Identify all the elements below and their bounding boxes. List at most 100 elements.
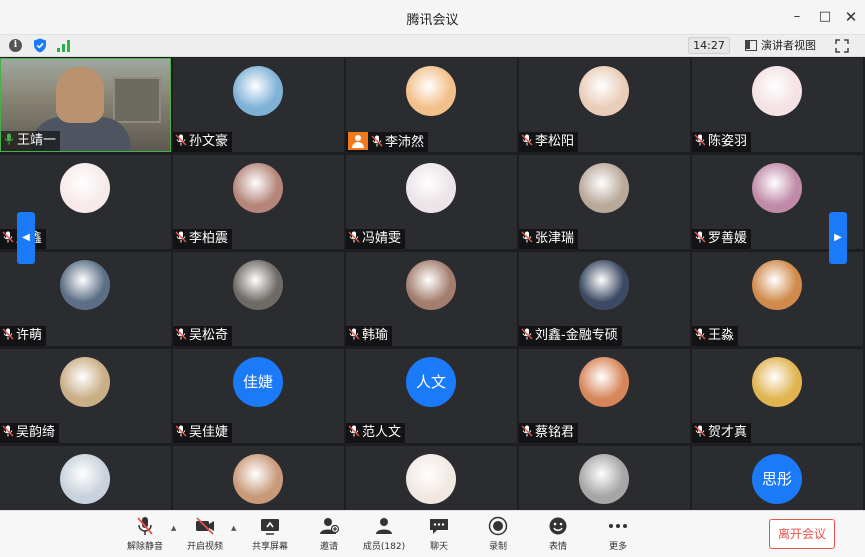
leave-meeting-button[interactable]: 离开会议 bbox=[769, 519, 835, 549]
mic-muted-icon bbox=[2, 231, 14, 243]
mic-muted-icon bbox=[694, 231, 706, 243]
signal-icon[interactable] bbox=[57, 40, 71, 52]
participant-name-label: 吴松奇 bbox=[173, 326, 233, 346]
reaction-label: 表情 bbox=[548, 542, 567, 552]
participant-tile[interactable]: 孙文豪 bbox=[173, 58, 344, 152]
participant-grid: 王靖一孙文豪李沛然李松阳陈姿羽周鑫李柏震冯婧雯张津瑞罗善媛许萌吴松奇韩瑜刘鑫-金… bbox=[0, 57, 865, 510]
next-page-button[interactable]: ▶ bbox=[829, 212, 847, 264]
participant-avatar: 佳婕 bbox=[233, 357, 283, 407]
meeting-timer: 14:27 bbox=[688, 37, 730, 54]
participant-avatar bbox=[752, 260, 802, 310]
participant-tile[interactable]: 王靖一 bbox=[0, 58, 171, 152]
participant-tile[interactable] bbox=[346, 446, 517, 510]
participant-tile[interactable]: 思彤 bbox=[692, 446, 863, 510]
participant-name-label: 吴韵绮 bbox=[0, 423, 60, 443]
mic-muted-icon bbox=[521, 231, 533, 243]
participant-tile[interactable]: 吴松奇 bbox=[173, 252, 344, 346]
maximize-icon[interactable]: □ bbox=[815, 8, 835, 26]
window-title: 腾讯会议 bbox=[406, 13, 459, 28]
record-button[interactable]: 录制 bbox=[473, 516, 523, 556]
participant-avatar bbox=[406, 260, 456, 310]
participant-avatar bbox=[233, 163, 283, 213]
more-button[interactable]: 更多 bbox=[593, 516, 643, 556]
participant-name: 刘鑫-金融专硕 bbox=[535, 328, 618, 343]
mic-muted-icon bbox=[175, 328, 187, 340]
participant-tile[interactable]: 贺才真 bbox=[692, 349, 863, 443]
unmute-button[interactable]: 解除静音 bbox=[120, 516, 170, 556]
members-label: 成员(182) bbox=[362, 542, 406, 552]
speaker-view-button[interactable]: 演讲者视图 bbox=[741, 37, 816, 54]
host-badge-icon bbox=[348, 132, 368, 150]
participant-name-label: 贺才真 bbox=[692, 423, 752, 443]
participant-name: 韩瑜 bbox=[362, 328, 389, 343]
start-video-button[interactable]: 开启视频 bbox=[180, 516, 230, 556]
participant-name: 吴松奇 bbox=[189, 328, 229, 343]
participant-avatar bbox=[406, 66, 456, 116]
video-options-caret-icon[interactable]: ▲ bbox=[231, 524, 236, 532]
participant-tile[interactable]: 吴韵绮 bbox=[0, 349, 171, 443]
participant-name-label: 李松阳 bbox=[519, 132, 579, 152]
meeting-window: 腾讯会议 – □ ✕ i 14:27 演讲者视图 王靖一 孙文豪 李沛然 李松阳 陈姿羽… bbox=[0, 0, 865, 557]
participant-avatar bbox=[233, 260, 283, 310]
speaker-view-label: 演讲者视图 bbox=[761, 39, 816, 52]
participant-tile[interactable]: 李沛然 bbox=[346, 58, 517, 152]
participant-tile[interactable] bbox=[173, 446, 344, 510]
chat-label: 聊天 bbox=[429, 542, 448, 552]
share-screen-icon bbox=[261, 519, 279, 535]
participant-name: 李柏震 bbox=[189, 231, 229, 246]
participant-tile[interactable]: 王淼 bbox=[692, 252, 863, 346]
participant-avatar bbox=[579, 357, 629, 407]
title-bar: 腾讯会议 – □ ✕ bbox=[0, 0, 865, 34]
participant-name-label: 李柏震 bbox=[173, 229, 233, 249]
participant-tile[interactable] bbox=[519, 446, 690, 510]
participant-name: 罗善媛 bbox=[708, 231, 748, 246]
mic-muted-icon bbox=[694, 425, 706, 437]
participant-tile[interactable] bbox=[0, 446, 171, 510]
participant-tile[interactable]: 佳婕 吴佳婕 bbox=[173, 349, 344, 443]
speaker-view-icon bbox=[745, 40, 757, 51]
participant-tile[interactable]: 韩瑜 bbox=[346, 252, 517, 346]
participant-tile[interactable]: 陈姿羽 bbox=[692, 58, 863, 152]
invite-button[interactable]: 邀请 bbox=[304, 516, 354, 556]
participant-avatar bbox=[752, 66, 802, 116]
participant-name: 王淼 bbox=[708, 328, 735, 343]
participant-name-label: 罗善媛 bbox=[692, 229, 752, 249]
fullscreen-icon[interactable] bbox=[835, 39, 849, 53]
minimize-icon[interactable]: – bbox=[787, 8, 807, 26]
video-off-icon bbox=[196, 517, 214, 535]
prev-page-button[interactable]: ◀ bbox=[17, 212, 35, 264]
reaction-button[interactable]: 表情 bbox=[533, 516, 583, 556]
audio-options-caret-icon[interactable]: ▲ bbox=[171, 524, 176, 532]
participant-name: 陈姿羽 bbox=[708, 134, 748, 149]
mic-muted-icon bbox=[348, 231, 360, 243]
shield-icon[interactable] bbox=[33, 38, 47, 53]
participant-tile[interactable]: 人文 范人文 bbox=[346, 349, 517, 443]
participant-tile[interactable]: 张津瑞 bbox=[519, 155, 690, 249]
participant-tile[interactable]: 冯婧雯 bbox=[346, 155, 517, 249]
participant-tile[interactable]: 李柏震 bbox=[173, 155, 344, 249]
participant-name: 吴韵绮 bbox=[16, 425, 56, 440]
invite-icon bbox=[320, 518, 340, 534]
record-icon bbox=[488, 516, 508, 536]
info-icon[interactable]: i bbox=[9, 39, 22, 52]
chat-button[interactable]: 聊天 bbox=[414, 516, 464, 556]
participant-tile[interactable]: 李松阳 bbox=[519, 58, 690, 152]
close-icon[interactable]: ✕ bbox=[841, 8, 861, 26]
mic-muted-icon bbox=[371, 135, 383, 147]
participant-tile[interactable]: 刘鑫-金融专硕 bbox=[519, 252, 690, 346]
participant-name-label: 张津瑞 bbox=[519, 229, 579, 249]
participant-avatar bbox=[752, 163, 802, 213]
mic-muted-icon bbox=[521, 328, 533, 340]
participant-tile[interactable]: 许萌 bbox=[0, 252, 171, 346]
share-screen-button[interactable]: 共享屏幕 bbox=[245, 516, 295, 556]
mic-muted-icon bbox=[137, 517, 153, 535]
participant-name: 李松阳 bbox=[535, 134, 575, 149]
mic-muted-icon bbox=[175, 134, 187, 146]
start-video-label: 开启视频 bbox=[186, 542, 223, 552]
participant-name-label: 李沛然 bbox=[346, 132, 429, 152]
participant-avatar: 思彤 bbox=[752, 454, 802, 504]
members-button[interactable]: 成员(182) bbox=[359, 516, 409, 556]
members-icon bbox=[376, 518, 392, 534]
participant-avatar bbox=[406, 163, 456, 213]
participant-tile[interactable]: 蔡铭君 bbox=[519, 349, 690, 443]
